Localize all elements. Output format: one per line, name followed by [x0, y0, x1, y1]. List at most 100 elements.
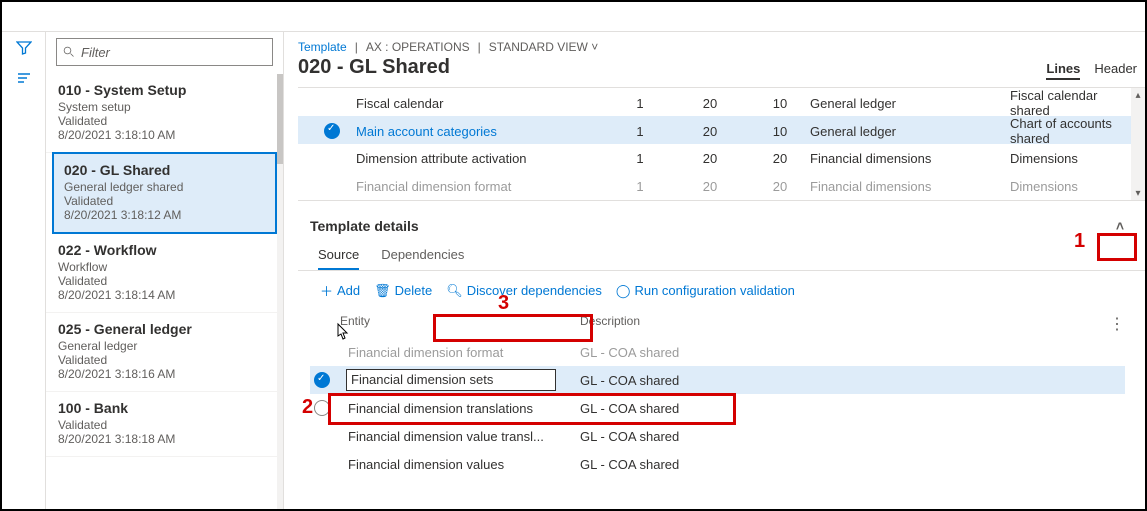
sidebar-item-sub: Workflow — [58, 260, 271, 274]
entity-subgrid: Entity Description ⋮ Financial dimension… — [298, 310, 1145, 478]
main-pane: Template | AX : OPERATIONS | STANDARD VI… — [284, 32, 1145, 510]
search-icon — [63, 46, 75, 58]
sidebar-item-sub: General ledger — [58, 339, 271, 353]
grid-cell: 20 — [670, 96, 750, 111]
col-description: Description — [580, 314, 1095, 334]
sidebar-item-ts: 8/20/2021 3:18:14 AM — [58, 288, 271, 302]
sidebar-item-ts: 8/20/2021 3:18:18 AM — [58, 432, 271, 446]
filter-icon[interactable] — [14, 38, 34, 58]
grid-cell: 20 — [670, 124, 750, 139]
subgrid-entity: Financial dimension sets — [346, 369, 556, 391]
details-toolbar: ＋Add 🗑Delete 🔍︎Discover dependencies ◯Ru… — [298, 271, 1145, 310]
grid-cell: 20 — [670, 151, 750, 166]
grid-cell: Fiscal calendar shared — [1010, 88, 1129, 118]
check-circle-icon: ◯ — [616, 283, 631, 299]
grid-cell: 1 — [610, 151, 670, 166]
subgrid-row[interactable]: Financial dimension value transl...GL - … — [310, 422, 1125, 450]
sidebar-item[interactable]: 025 - General ledgerGeneral ledgerValida… — [46, 313, 283, 392]
subgrid-row[interactable]: Financial dimension translationsGL - COA… — [310, 394, 1125, 422]
grid-row[interactable]: Dimension attribute activation12020Finan… — [298, 144, 1145, 172]
subgrid-entity: Financial dimension format — [340, 345, 580, 360]
scroll-up-icon[interactable]: ▴ — [1131, 88, 1145, 102]
scroll-down-icon[interactable]: ▾ — [1131, 186, 1145, 200]
collapse-caret[interactable]: ˄ — [1107, 215, 1133, 237]
grid-cell: Chart of accounts shared — [1010, 116, 1129, 146]
grid-cell: 10 — [750, 124, 810, 139]
grid-cell: Dimensions — [1010, 151, 1129, 166]
sidebar-item-ts: 8/20/2021 3:18:10 AM — [58, 128, 271, 142]
grid-row[interactable]: Main account categories12010General ledg… — [298, 116, 1145, 144]
row-radio[interactable] — [314, 372, 330, 388]
list-icon[interactable] — [14, 68, 34, 88]
more-icon[interactable]: ⋮ — [1095, 314, 1125, 334]
sidebar-item-title: 100 - Bank — [58, 400, 271, 416]
subgrid-desc: GL - COA shared — [580, 373, 1125, 388]
sidebar-item-status: Validated — [58, 274, 271, 288]
crumb-context: AX : OPERATIONS — [366, 40, 470, 54]
grid-cell: 20 — [750, 179, 810, 194]
entity-grid: Fiscal calendar12010General ledgerFiscal… — [298, 87, 1145, 201]
subgrid-entity: Financial dimension translations — [340, 401, 580, 416]
subgrid-entity: Financial dimension values — [340, 457, 580, 472]
grid-cell: General ledger — [810, 96, 1010, 111]
row-radio[interactable] — [314, 400, 330, 416]
plus-icon: ＋ — [320, 281, 333, 300]
tab-header[interactable]: Header — [1094, 61, 1137, 76]
filter-input[interactable]: Filter — [56, 38, 273, 66]
tab-dependencies[interactable]: Dependencies — [381, 247, 464, 270]
grid-cell: 20 — [750, 151, 810, 166]
grid-cell: Dimensions — [1010, 179, 1129, 194]
template-details-header: Template details — [310, 218, 419, 234]
delete-button[interactable]: 🗑Delete — [374, 283, 432, 299]
tab-source[interactable]: Source — [318, 247, 359, 270]
sidebar-item[interactable]: 100 - Bank Validated8/20/2021 3:18:18 AM — [46, 392, 283, 457]
run-validation-button[interactable]: ◯Run configuration validation — [616, 283, 795, 299]
grid-cell: 1 — [610, 124, 670, 139]
grid-cell: 10 — [750, 96, 810, 111]
grid-cell: 1 — [610, 96, 670, 111]
scroll-thumb[interactable] — [277, 74, 283, 164]
add-button[interactable]: ＋Add — [320, 281, 360, 300]
sidebar-item[interactable]: 010 - System Setup System setupValidated8… — [46, 74, 283, 153]
grid-cell: Financial dimensions — [810, 179, 1010, 194]
grid-row[interactable]: Fiscal calendar12010General ledgerFiscal… — [298, 88, 1145, 116]
subgrid-row[interactable]: Financial dimension formatGL - COA share… — [310, 338, 1125, 366]
crumb-template[interactable]: Template — [298, 40, 347, 54]
sidebar-item-status: Validated — [58, 353, 271, 367]
left-rail — [2, 32, 46, 510]
grid-cell-name: Fiscal calendar — [350, 96, 610, 111]
sidebar-item-title: 010 - System Setup — [58, 82, 271, 98]
subgrid-desc: GL - COA shared — [580, 401, 1125, 416]
sidebar-item-title: 022 - Workflow — [58, 242, 271, 258]
chevron-down-icon: ˅ — [591, 40, 598, 54]
tab-lines[interactable]: Lines — [1046, 61, 1080, 80]
sidebar-item-status: Validated — [58, 418, 271, 432]
sidebar-item-sub: General ledger shared — [64, 180, 265, 194]
check-icon — [324, 123, 340, 139]
grid-cell-name: Dimension attribute activation — [350, 151, 610, 166]
subgrid-entity: Financial dimension value transl... — [340, 429, 580, 444]
grid-cell: General ledger — [810, 124, 1010, 139]
subgrid-desc: GL - COA shared — [580, 345, 1125, 360]
grid-row[interactable]: Financial dimension format12020Financial… — [298, 172, 1145, 200]
breadcrumb: Template | AX : OPERATIONS | STANDARD VI… — [298, 40, 1145, 54]
sidebar-item-status: Validated — [58, 114, 271, 128]
grid-cell-name: Financial dimension format — [350, 179, 610, 194]
subgrid-row[interactable]: Financial dimension valuesGL - COA share… — [310, 450, 1125, 478]
sidebar-list: 010 - System SetupSystem setupValidated8… — [46, 74, 283, 510]
filter-placeholder: Filter — [81, 45, 110, 60]
sidebar-item-title: 020 - GL Shared — [64, 162, 265, 178]
sidebar-item-sub: System setup — [58, 100, 271, 114]
sidebar-item[interactable]: 020 - GL Shared General ledger sharedVali… — [52, 152, 277, 234]
grid-scrollbar[interactable]: ▴ ▾ — [1131, 88, 1145, 200]
details-tabs: Source Dependencies — [298, 243, 1145, 271]
sidebar-item-status: Validated — [64, 194, 265, 208]
discover-dependencies-button[interactable]: 🔍︎Discover dependencies — [446, 283, 602, 299]
subgrid-row[interactable]: Financial dimension sets GL - COA shared — [310, 366, 1125, 394]
grid-cell: 1 — [610, 179, 670, 194]
grid-cell: Financial dimensions — [810, 151, 1010, 166]
subgrid-desc: GL - COA shared — [580, 457, 1125, 472]
crumb-view[interactable]: STANDARD VIEW ˅ — [489, 40, 598, 54]
sidebar-item[interactable]: 022 - Workflow WorkflowValidated8/20/2021… — [46, 234, 283, 313]
sidebar-item-ts: 8/20/2021 3:18:12 AM — [64, 208, 265, 222]
